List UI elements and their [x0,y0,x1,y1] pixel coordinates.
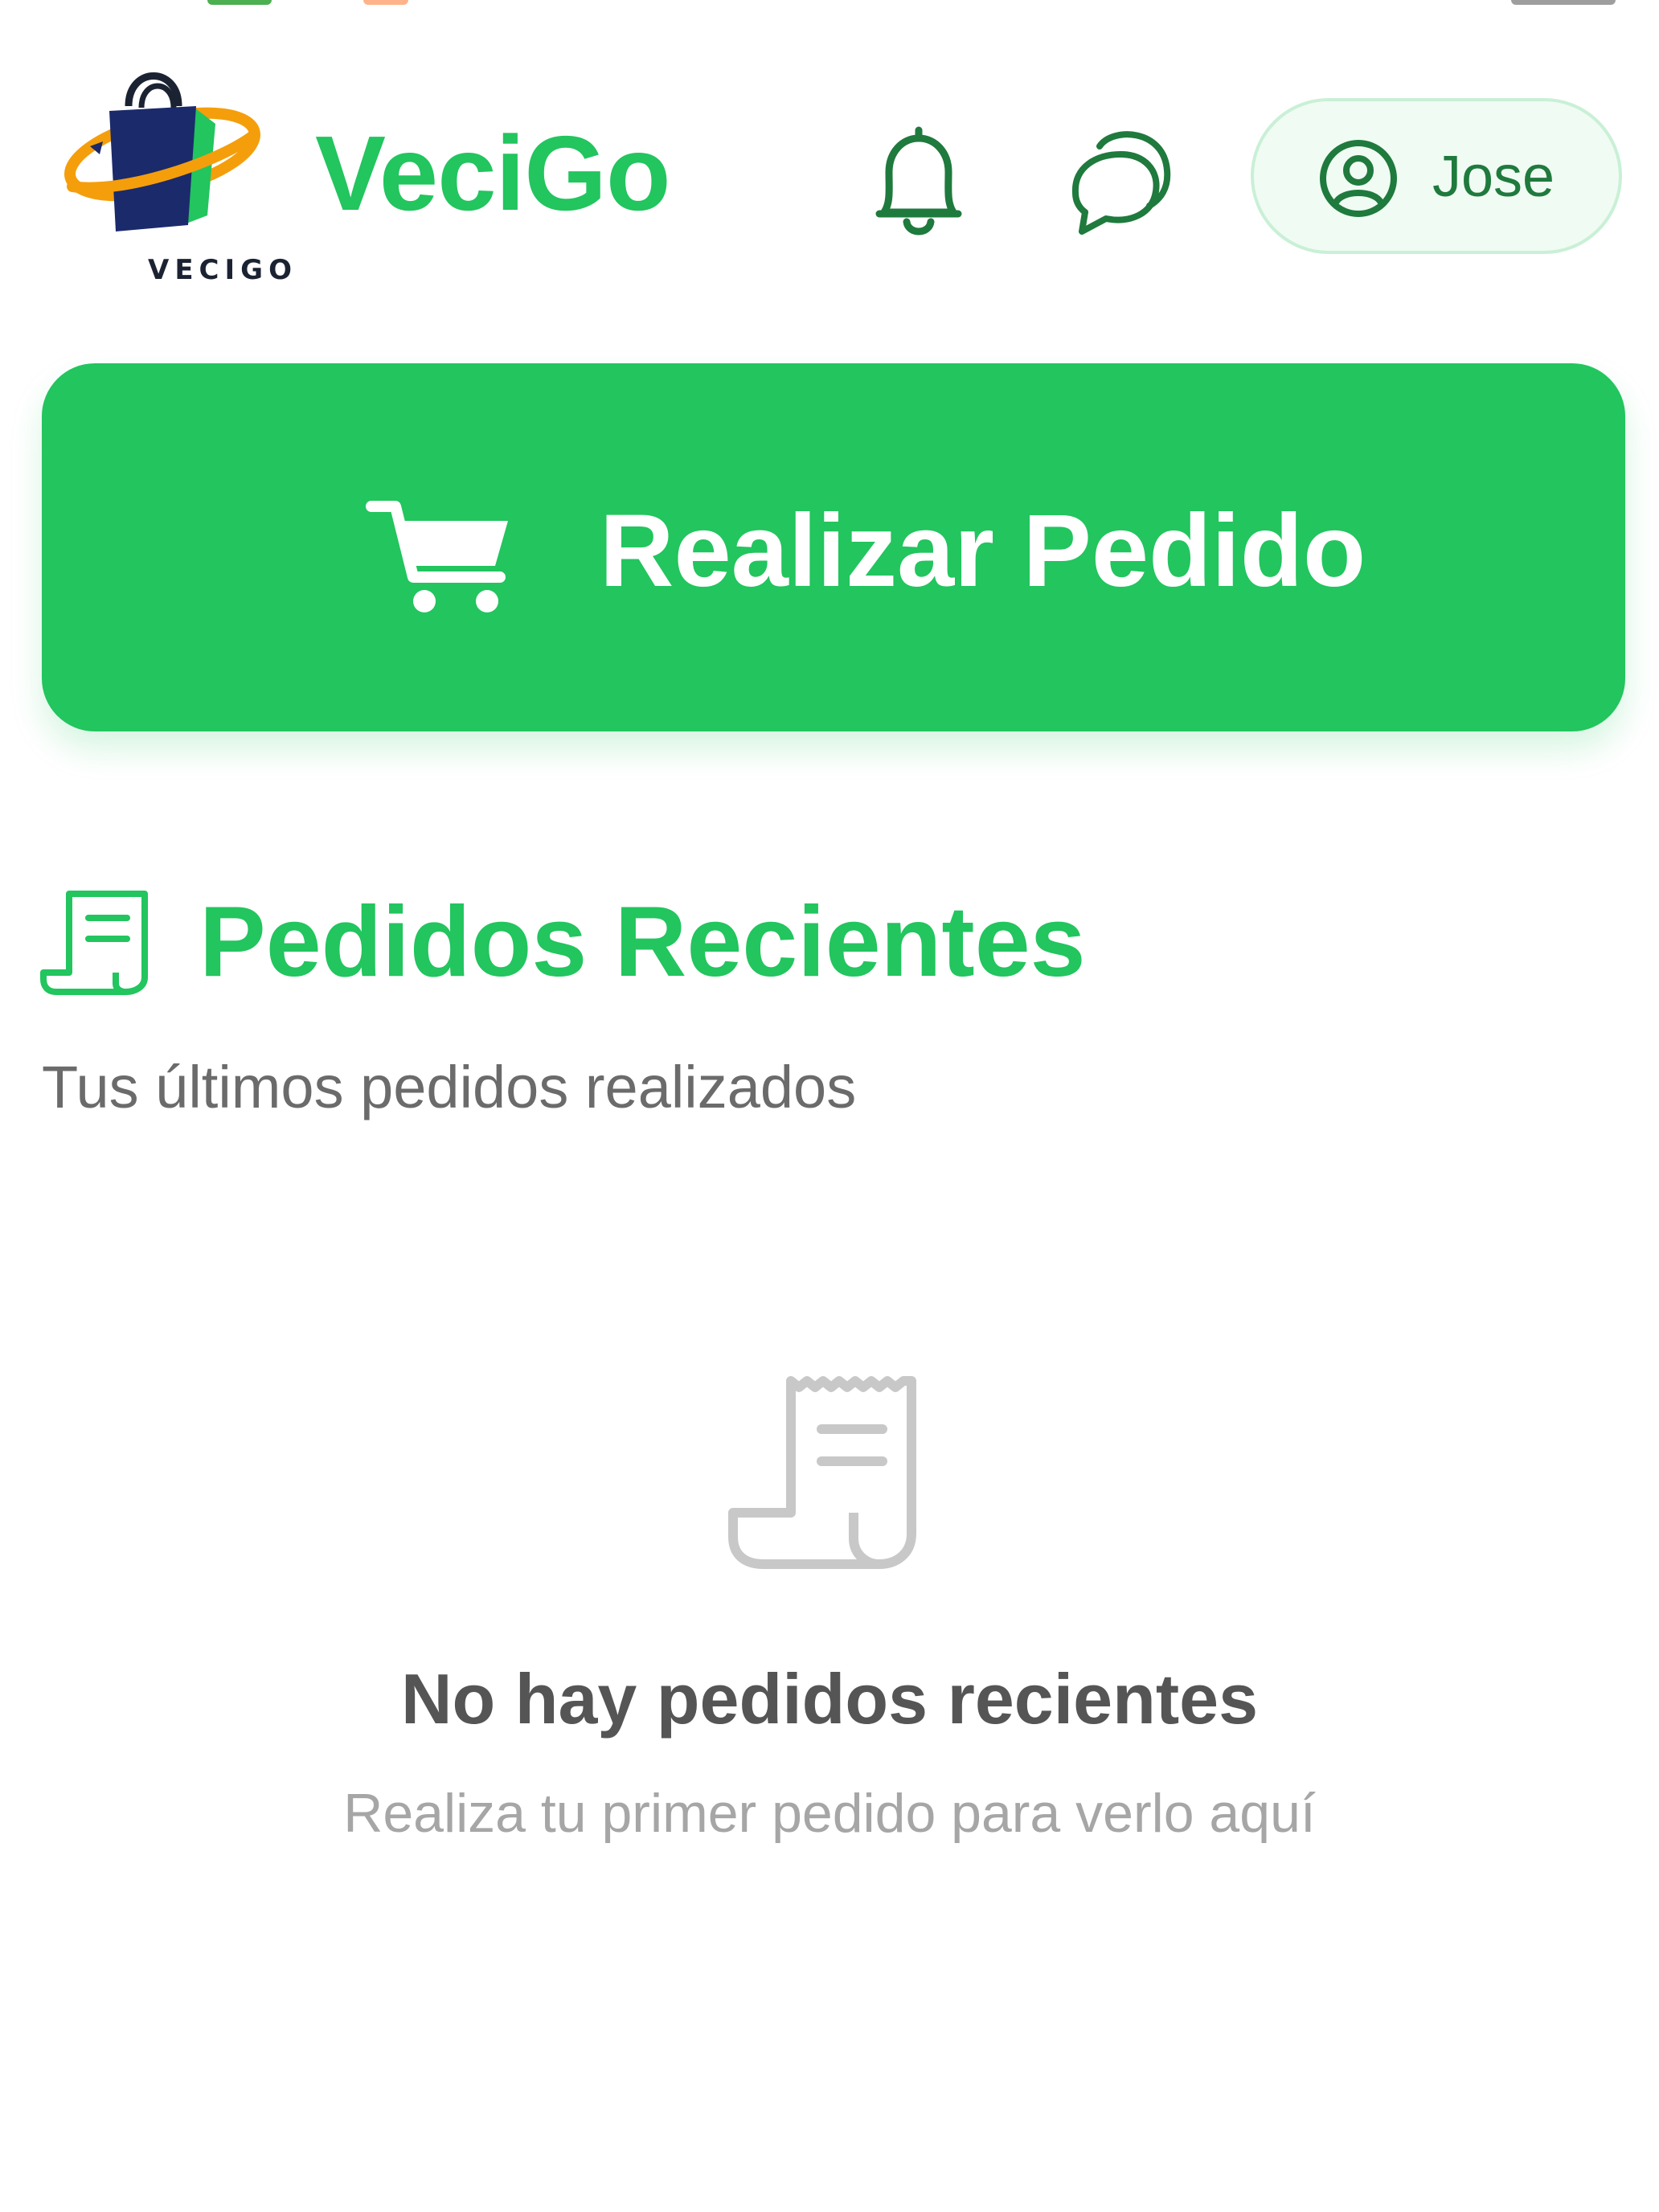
app-header: VECIGO VeciGo Jose [0,48,1659,289]
cart-icon [366,501,508,612]
chat-icon[interactable] [1061,122,1182,243]
empty-state-title: No hay pedidos recientes [400,1659,1259,1739]
user-profile-button[interactable]: Jose [1251,98,1622,254]
status-indicator [207,0,272,5]
empty-receipt-icon [725,1373,942,1574]
app-logo[interactable]: VECIGO [58,58,292,291]
brand-name: VeciGo [315,114,671,232]
bell-icon[interactable] [866,122,971,243]
receipt-icon [39,883,159,995]
status-indicator [363,0,408,5]
status-bar-edge [0,0,1659,6]
logo-wordmark: VECIGO [148,254,297,286]
place-order-label: Realizar Pedido [600,494,1366,608]
section-subtitle: Tus últimos pedidos realizados [42,1054,857,1120]
user-avatar-icon [1320,140,1397,217]
place-order-button[interactable]: Realizar Pedido [42,363,1625,731]
empty-state-subtitle: Realiza tu primer pedido para verlo aquí [343,1783,1316,1844]
status-indicator [1511,0,1616,5]
shopping-bag-logo-icon [64,72,260,231]
section-title: Pedidos Recientes [199,887,1086,997]
user-name: Jose [1432,145,1555,209]
